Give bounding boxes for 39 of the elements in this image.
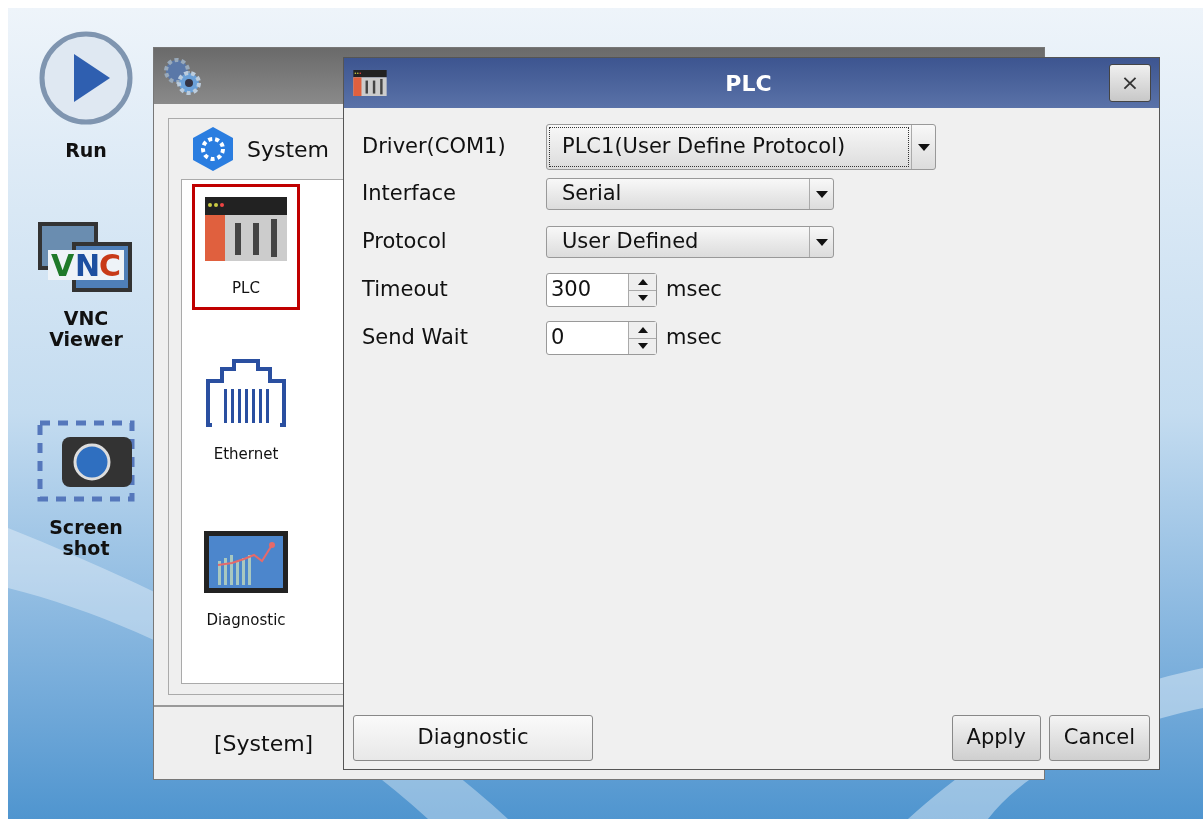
gears-icon [162, 56, 202, 96]
shortcut-label[interactable]: VNC Viewer [41, 308, 131, 350]
spin-box[interactable]: 0 [546, 321, 657, 355]
dialog-button[interactable]: Diagnostic [353, 715, 593, 761]
play-icon[interactable] [38, 30, 134, 126]
dialog-button[interactable]: Apply [951, 715, 1041, 761]
field-label: Driver(COM1) [361, 133, 507, 161]
field-label: Protocol [361, 228, 448, 256]
unit-label: msec [666, 276, 722, 304]
down-arrow-icon[interactable] [637, 343, 648, 350]
device-tile[interactable]: PLC [192, 184, 300, 310]
down-arrow-icon[interactable] [637, 295, 648, 302]
field-label: Send Wait [361, 324, 469, 352]
up-arrow-icon[interactable] [637, 326, 648, 333]
caret-icon [917, 143, 930, 151]
shortcut-label[interactable]: Screen shot [41, 517, 131, 559]
caret-icon [815, 190, 828, 198]
dropdown[interactable]: Serial [546, 178, 834, 210]
caret-icon [815, 238, 828, 246]
close-button[interactable]: × [1109, 64, 1151, 102]
field-label: Timeout [361, 276, 449, 304]
dropdown[interactable]: PLC1(User Define Protocol) [546, 124, 936, 170]
field-label: Interface [361, 180, 458, 208]
spin-box[interactable]: 300 [546, 273, 657, 307]
unit-label: msec [666, 324, 722, 352]
device-tile[interactable]: Diagnostic [192, 516, 300, 642]
dialog-button[interactable]: Cancel [1048, 715, 1150, 761]
ethernet-port-icon [206, 358, 286, 427]
plc-rack-icon [205, 196, 287, 261]
dropdown[interactable]: User Defined [546, 226, 834, 258]
plc-rack-icon [352, 70, 388, 96]
camera-icon[interactable] [36, 419, 136, 503]
chart-monitor-icon [204, 530, 288, 593]
device-tile[interactable]: Ethernet [192, 350, 300, 476]
up-arrow-icon[interactable] [637, 278, 648, 285]
shortcut-label[interactable]: Run [41, 140, 131, 161]
dialog-title: PLC [724, 69, 773, 98]
section-heading: System [247, 135, 330, 164]
footer-label: [System] [214, 729, 314, 758]
